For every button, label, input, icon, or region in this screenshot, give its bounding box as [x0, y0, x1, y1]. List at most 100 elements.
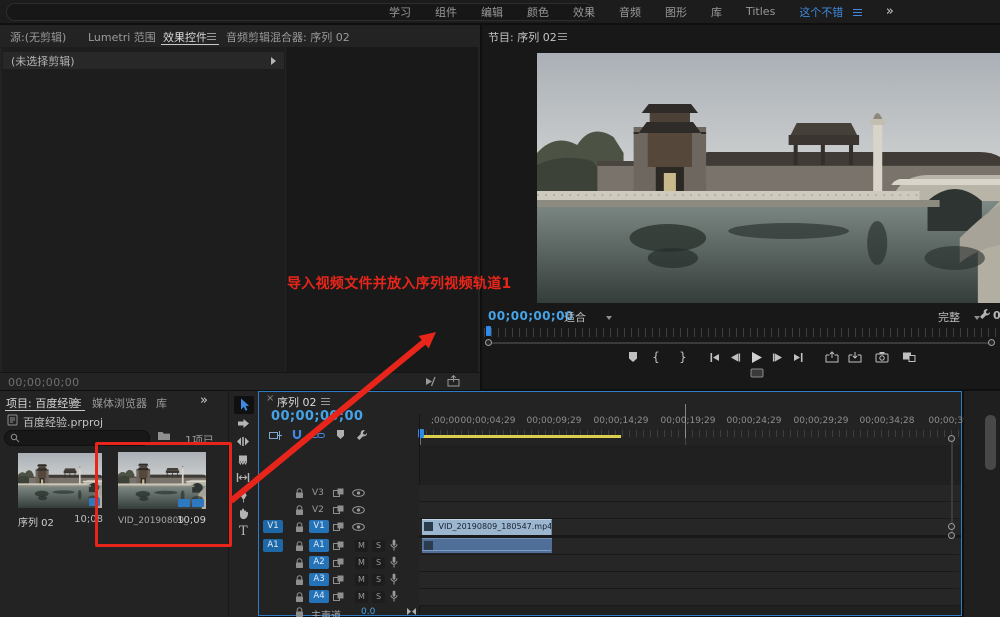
workspace-tab-assembly[interactable]: 组件 — [435, 4, 457, 20]
track-label-v2[interactable]: V2 — [312, 505, 324, 515]
timeline-settings-wrench-icon[interactable] — [356, 429, 368, 441]
track-select-tool[interactable] — [237, 418, 250, 429]
project-overflow-button[interactable]: » — [200, 393, 208, 408]
mic-icon-a4[interactable] — [390, 590, 398, 603]
lane-v2[interactable] — [419, 502, 961, 518]
synclock-icon-v2[interactable] — [333, 505, 344, 515]
lane-v3[interactable] — [419, 485, 961, 501]
mic-icon-a2[interactable] — [390, 556, 398, 569]
vscroll-handle-top[interactable] — [948, 435, 955, 442]
program-scroll-handle-left[interactable] — [485, 339, 492, 346]
export-frame-button[interactable] — [875, 351, 889, 363]
vscroll-handle-bottom[interactable] — [948, 523, 955, 530]
synclock-icon-a3[interactable] — [333, 575, 344, 585]
workspace-tab-titles[interactable]: Titles — [746, 5, 775, 18]
mic-icon-a3[interactable] — [390, 573, 398, 586]
track-output-eye-icon-v1[interactable] — [352, 523, 365, 531]
lock-icon-a1[interactable] — [295, 541, 304, 552]
mark-out-button[interactable]: } — [674, 350, 692, 364]
project-item-sequence[interactable] — [18, 453, 102, 508]
clip-empty-header[interactable]: (未选择剪辑) — [3, 52, 284, 69]
step-back-button[interactable] — [730, 352, 741, 363]
workspace-tab-learning[interactable]: 学习 — [389, 4, 411, 20]
insert-overwrite-nest-icon[interactable] — [269, 430, 282, 441]
lane-a2[interactable] — [419, 555, 961, 571]
linked-selection-icon[interactable] — [311, 431, 325, 440]
tab-audio-clip-mixer[interactable]: 音频剪辑混合器: 序列 02 — [226, 29, 350, 45]
track-target-v1[interactable]: V1 — [309, 520, 329, 533]
play-button[interactable] — [750, 351, 763, 364]
snap-toggle-icon[interactable] — [291, 429, 303, 441]
lane-a4[interactable] — [419, 589, 961, 605]
solo-button-a2[interactable]: S — [372, 557, 385, 569]
workspace-tab-graphics[interactable]: 图形 — [665, 4, 687, 20]
track-output-eye-icon-v3[interactable] — [352, 489, 365, 497]
track-label-v3[interactable]: V3 — [312, 488, 324, 498]
sliver-scrollbar-thumb[interactable] — [985, 415, 996, 470]
master-level-value[interactable]: 0.0 — [361, 607, 375, 617]
solo-button-a1[interactable]: S — [372, 540, 385, 552]
lock-icon-v2[interactable] — [295, 505, 304, 516]
master-track-label[interactable]: 主声道 — [311, 607, 341, 617]
step-forward-button[interactable] — [772, 352, 783, 363]
track-output-eye-icon-v2[interactable] — [352, 506, 365, 514]
extract-button[interactable] — [848, 351, 862, 363]
lock-icon-v3[interactable] — [295, 488, 304, 499]
program-menu-icon[interactable] — [558, 33, 567, 40]
program-settings-wrench-icon[interactable] — [979, 308, 991, 320]
solo-button-a4[interactable]: S — [372, 591, 385, 603]
type-tool[interactable]: T — [239, 524, 248, 539]
source-patch-v1[interactable]: V1 — [263, 520, 283, 533]
synclock-icon-a2[interactable] — [333, 558, 344, 568]
program-monitor-title[interactable]: 节目: 序列 02 — [488, 29, 557, 45]
timeline-close-icon[interactable]: × — [266, 393, 274, 404]
synclock-icon-v3[interactable] — [333, 488, 344, 498]
hand-tool[interactable] — [237, 507, 250, 520]
synclock-icon-a4[interactable] — [333, 592, 344, 602]
program-mini-ruler[interactable] — [484, 328, 998, 337]
go-to-in-button[interactable] — [709, 352, 721, 363]
mic-icon-a1[interactable] — [390, 539, 398, 552]
project-filename[interactable]: 百度经验.prproj — [23, 414, 103, 430]
vscroll-handle-extra[interactable] — [948, 532, 955, 539]
workspace-tab-effects[interactable]: 效果 — [573, 4, 595, 20]
effect-controls-menu-icon[interactable] — [207, 33, 216, 40]
workspace-tab-active[interactable]: 这个不错 — [799, 6, 843, 19]
program-playhead[interactable] — [486, 326, 491, 336]
workspace-tab-audio[interactable]: 音频 — [619, 4, 641, 20]
razor-tool[interactable] — [237, 454, 249, 466]
tab-libraries[interactable]: 库 — [156, 395, 167, 411]
workspace-tab-editing[interactable]: 编辑 — [481, 4, 503, 20]
lift-button[interactable] — [825, 351, 839, 363]
timeline-timecode[interactable]: 00;00;00;00 — [271, 409, 363, 424]
go-to-out-button[interactable] — [792, 352, 804, 363]
tab-effect-controls[interactable]: 效果控件 — [163, 29, 207, 45]
lock-icon-master[interactable] — [295, 607, 304, 617]
source-patch-a1[interactable]: A1 — [263, 539, 283, 552]
playback-quality-select[interactable]: 完整 — [938, 309, 980, 325]
mark-in-button[interactable]: { — [647, 350, 665, 364]
track-target-a3[interactable]: A3 — [309, 573, 329, 586]
audio-clip-a1[interactable] — [422, 538, 552, 553]
workspace-menu-icon[interactable] — [852, 9, 862, 16]
program-zoom-scrollbar[interactable] — [491, 342, 991, 344]
synclock-icon-v1[interactable] — [333, 522, 344, 532]
mute-button-a3[interactable]: M — [355, 574, 368, 586]
program-scroll-handle-right[interactable] — [988, 339, 995, 346]
mute-button-a4[interactable]: M — [355, 591, 368, 603]
workspace-tab-color[interactable]: 颜色 — [527, 4, 549, 20]
lock-icon-a3[interactable] — [295, 575, 304, 586]
sequence-item-label[interactable]: 序列 02 — [18, 514, 54, 529]
zoom-level-select[interactable]: 适合 — [564, 309, 612, 325]
new-bin-folder-icon[interactable] — [157, 430, 171, 441]
ripple-edit-tool[interactable] — [236, 436, 250, 447]
tab-project[interactable]: 项目: 百度经验 — [6, 395, 79, 411]
video-clip-v1[interactable]: VID_20190809_180547.mp4 [V] — [422, 519, 552, 535]
add-marker-button[interactable] — [628, 351, 638, 363]
workspace-overflow-button[interactable]: » — [886, 4, 894, 19]
lock-icon-v1[interactable] — [295, 522, 304, 533]
project-menu-icon[interactable] — [72, 399, 81, 406]
selection-tool[interactable] — [234, 396, 254, 414]
lock-icon-a2[interactable] — [295, 558, 304, 569]
synclock-icon-a1[interactable] — [333, 541, 344, 551]
